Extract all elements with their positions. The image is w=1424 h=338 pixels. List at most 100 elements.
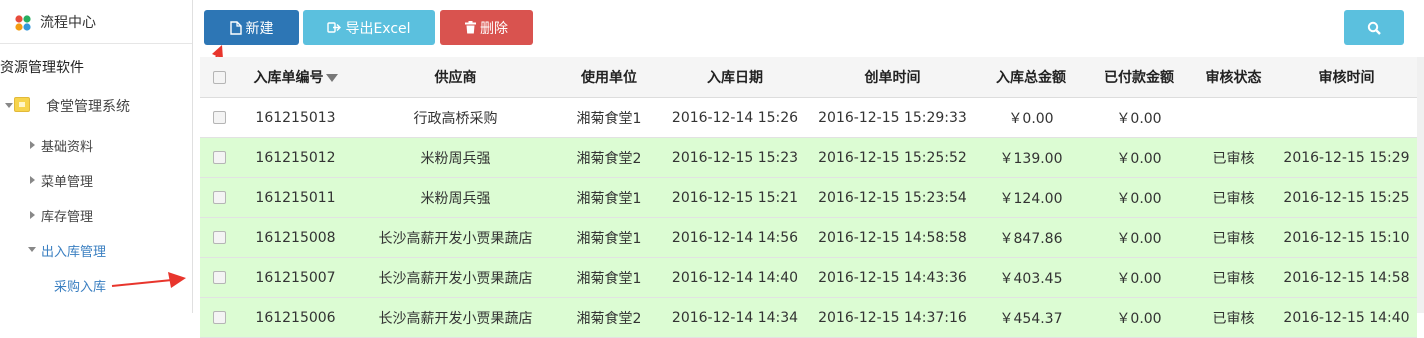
review-time-cell [1276, 97, 1417, 138]
inbound-date-cell: 2016-12-14 14:40 [660, 257, 810, 298]
row-select-cell [200, 177, 238, 218]
column-header-created-time[interactable]: 创单时间 [810, 57, 975, 98]
sidebar-item-menu-management[interactable]: 菜单管理 [0, 171, 192, 190]
new-button-label: 新建 [245, 20, 274, 37]
sidebar-app-title[interactable]: 资源管理软件 [0, 57, 192, 77]
export-button-label: 导出Excel [345, 20, 411, 37]
row-select-cell [200, 257, 238, 298]
table-row[interactable]: 161215007 长沙高薪开发小贾果蔬店 湘菊食堂1 2016-12-14 1… [200, 257, 1417, 298]
column-header-using-unit[interactable]: 使用单位 [558, 57, 660, 98]
total-amount-cell: ￥403.45 [975, 257, 1087, 298]
review-status-cell: 已审核 [1191, 177, 1276, 218]
inbound-date-cell: 2016-12-14 14:56 [660, 217, 810, 258]
inbound-date-cell: 2016-12-14 14:34 [660, 297, 810, 338]
column-header-total-amount[interactable]: 入库总金额 [975, 57, 1087, 98]
row-checkbox[interactable] [212, 111, 226, 124]
row-select-cell [200, 137, 238, 178]
created-time-cell: 2016-12-15 14:43:36 [810, 257, 975, 298]
supplier-cell: 长沙高薪开发小贾果蔬店 [353, 217, 558, 258]
table-row[interactable]: 161215013 行政高桥采购 湘菊食堂1 2016-12-14 15:26 … [200, 97, 1417, 138]
vertical-scrollbar[interactable] [1417, 57, 1424, 313]
sort-desc-icon[interactable] [325, 74, 338, 82]
created-time-cell: 2016-12-15 15:23:54 [810, 177, 975, 218]
row-checkbox[interactable] [212, 151, 226, 164]
chevron-right-icon [30, 176, 35, 184]
table-row[interactable]: 161215008 长沙高薪开发小贾果蔬店 湘菊食堂1 2016-12-14 1… [200, 217, 1417, 258]
sidebar-item-inventory[interactable]: 库存管理 [0, 206, 192, 225]
review-time-cell: 2016-12-15 15:10 [1276, 217, 1417, 258]
table-row[interactable]: 161215006 长沙高薪开发小贾果蔬店 湘菊食堂2 2016-12-14 1… [200, 297, 1417, 338]
using-unit-cell: 湘菊食堂1 [558, 177, 660, 218]
annotation-arrow-icon [111, 272, 186, 288]
sidebar-item-label: 出入库管理 [41, 245, 107, 260]
row-select-cell [200, 217, 238, 258]
sidebar-item-label: 流程中心 [40, 15, 96, 31]
column-header-paid-amount[interactable]: 已付款金额 [1087, 57, 1191, 98]
total-amount-cell: ￥454.37 [975, 297, 1087, 338]
using-unit-cell: 湘菊食堂1 [558, 217, 660, 258]
new-button[interactable]: 新建 [204, 10, 299, 45]
select-all-cell [200, 57, 238, 98]
created-time-cell: 2016-12-15 14:58:58 [810, 217, 975, 258]
inbound-date-cell: 2016-12-15 15:23 [660, 137, 810, 178]
sidebar-item-in-out-stock[interactable]: 出入库管理 [0, 241, 192, 260]
paid-amount-cell: ￥0.00 [1087, 257, 1191, 298]
review-time-cell: 2016-12-15 14:40 [1276, 297, 1417, 338]
trash-icon [465, 21, 476, 34]
table-row[interactable]: 161215012 米粉周兵强 湘菊食堂2 2016-12-15 15:23 2… [200, 137, 1417, 178]
supplier-cell: 米粉周兵强 [353, 177, 558, 218]
review-time-cell: 2016-12-15 15:29 [1276, 137, 1417, 178]
using-unit-cell: 湘菊食堂2 [558, 297, 660, 338]
created-time-cell: 2016-12-15 15:25:52 [810, 137, 975, 178]
paid-amount-cell: ￥0.00 [1087, 297, 1191, 338]
review-time-cell: 2016-12-15 15:25 [1276, 177, 1417, 218]
supplier-cell: 行政高桥采购 [353, 97, 558, 138]
column-header-order-no[interactable]: 入库单编号 [238, 57, 353, 98]
sidebar-item-label: 菜单管理 [41, 175, 94, 190]
delete-button[interactable]: 删除 [440, 10, 533, 45]
search-button[interactable] [1344, 10, 1404, 45]
row-checkbox[interactable] [212, 191, 226, 204]
sidebar-item-basic-data[interactable]: 基础资料 [0, 136, 192, 155]
chevron-right-icon [30, 211, 35, 219]
row-checkbox[interactable] [212, 231, 226, 244]
flow-center-icon [15, 15, 31, 31]
column-header-inbound-date[interactable]: 入库日期 [660, 57, 810, 98]
review-status-cell: 已审核 [1191, 257, 1276, 298]
column-header-review-time[interactable]: 审核时间 [1276, 57, 1417, 98]
sidebar-divider [0, 43, 192, 44]
search-icon [1367, 21, 1381, 35]
export-icon [327, 22, 342, 33]
row-select-cell [200, 97, 238, 138]
sidebar-item-flow-center[interactable]: 流程中心 [0, 12, 192, 32]
column-header-review-status[interactable]: 审核状态 [1191, 57, 1276, 98]
order-no-cell: 161215011 [238, 177, 353, 218]
app-name: 资源管理软件 [0, 60, 84, 76]
column-header-supplier[interactable]: 供应商 [353, 57, 558, 98]
table-row[interactable]: 161215011 米粉周兵强 湘菊食堂1 2016-12-15 15:21 2… [200, 177, 1417, 218]
export-excel-button[interactable]: 导出Excel [303, 10, 435, 45]
created-time-cell: 2016-12-15 14:37:16 [810, 297, 975, 338]
review-time-cell: 2016-12-15 14:58 [1276, 257, 1417, 298]
sidebar-item-canteen-module[interactable]: 食堂管理系统 [0, 96, 192, 116]
order-no-cell: 161215012 [238, 137, 353, 178]
sidebar-item-label: 库存管理 [41, 210, 94, 225]
paid-amount-cell: ￥0.00 [1087, 177, 1191, 218]
inbound-date-cell: 2016-12-15 15:21 [660, 177, 810, 218]
chevron-down-icon [28, 247, 36, 252]
inbound-table: 入库单编号 供应商 使用单位 入库日期 创单时间 入库总金额 已付款金额 审核状… [200, 57, 1417, 338]
table-header-row: 入库单编号 供应商 使用单位 入库日期 创单时间 入库总金额 已付款金额 审核状… [200, 57, 1417, 98]
delete-button-label: 删除 [480, 20, 508, 37]
order-no-cell: 161215007 [238, 257, 353, 298]
using-unit-cell: 湘菊食堂1 [558, 97, 660, 138]
review-status-cell [1191, 97, 1276, 138]
sidebar-item-label: 食堂管理系统 [46, 99, 130, 115]
supplier-cell: 长沙高薪开发小贾果蔬店 [353, 297, 558, 338]
row-select-cell [200, 297, 238, 338]
supplier-cell: 米粉周兵强 [353, 137, 558, 178]
using-unit-cell: 湘菊食堂1 [558, 257, 660, 298]
select-all-checkbox[interactable] [212, 70, 226, 84]
row-checkbox[interactable] [212, 271, 226, 284]
folder-icon [14, 97, 30, 112]
paid-amount-cell: ￥0.00 [1087, 97, 1191, 138]
